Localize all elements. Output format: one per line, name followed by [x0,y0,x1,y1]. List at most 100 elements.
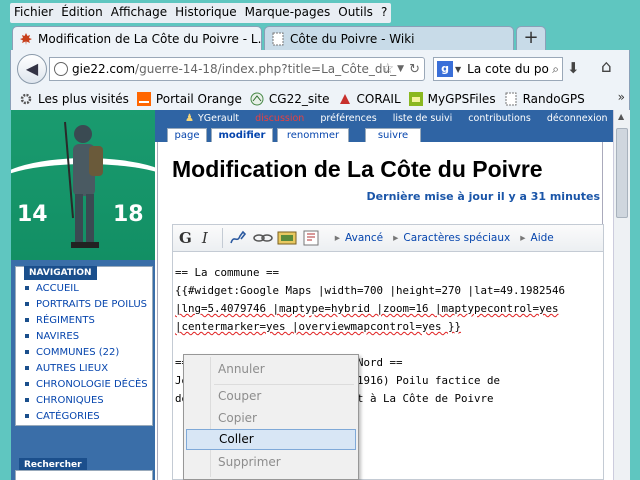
scroll-up-icon[interactable]: ▲ [618,112,624,121]
editor-line: == La commune == [175,266,280,279]
more-bookmarks-button[interactable]: » [618,90,625,104]
user-link-watchlist[interactable]: liste de suivi [393,113,453,124]
menu-item-label: Copier [218,411,257,425]
url-dropdown-icon[interactable]: ▼ [397,64,404,74]
editor-line: {{#widget:Google Maps |width=700 |height… [175,284,566,297]
menu-fichier[interactable]: Fichier [10,3,57,23]
reference-icon[interactable] [301,230,321,246]
tab-wiki[interactable]: Côte du Poivre - Wiki [264,26,514,50]
context-supprimer[interactable]: Supprimer [186,452,356,473]
link-icon[interactable] [253,230,273,246]
bookmark-label: CG22_site [268,92,330,106]
page-scrollbar[interactable]: ▲ [613,110,630,480]
reload-icon[interactable]: ↻ [409,62,420,77]
nav-portraits[interactable]: PORTRAITS DE POILUS [22,297,150,313]
context-couper[interactable]: Couper [186,386,356,407]
menu-item-label: Annuler [218,362,265,376]
bookmark-cg22[interactable]: CG22_site [250,92,330,106]
menu-bar: Fichier Édition Affichage Historique Mar… [10,3,392,23]
context-annuler[interactable]: Annuler [186,359,356,380]
tab-bar: Modification de La Côte du Poivre - L...… [10,24,630,50]
bookmark-star-icon[interactable]: ☆ [381,61,394,77]
menu-item-label: Supprimer [218,455,281,469]
scrollbar-thumb[interactable] [616,128,628,218]
menu-edition[interactable]: Édition [57,3,107,23]
url-path: /guerre-14-18/index.php?title=La_Côte_du… [135,62,397,76]
tab-page[interactable]: page [167,128,207,142]
google-icon[interactable]: g [437,61,453,77]
orange-logo-icon [136,92,151,106]
context-copier[interactable]: Copier [186,408,356,429]
context-coller[interactable]: Coller [186,429,356,450]
menu-marque-pages[interactable]: Marque-pages [241,3,335,23]
user-link-logout[interactable]: déconnexion [547,113,608,124]
search-input[interactable]: La cote du po [467,62,549,76]
nav-regiments[interactable]: RÉGIMENTS [22,313,150,329]
globe-icon [54,62,68,76]
tab-renommer[interactable]: renommer [277,128,349,142]
menu-historique[interactable]: Historique [171,3,241,23]
gear-icon [20,93,32,105]
nav-chronologie[interactable]: CHRONOLOGIE DÉCÈS [22,377,150,393]
nav-communes[interactable]: COMMUNES (22) [22,345,150,361]
soldier-illustration [64,121,103,248]
user-link-preferences[interactable]: préférences [320,113,376,124]
nav-toolbar: ◀ gie22.com/guerre-14-18/index.php?title… [10,50,630,88]
bookmark-mygpsfiles[interactable]: MyGPSFiles [408,92,496,106]
search-bar[interactable]: g ▼ La cote du po ⌕ [433,57,563,81]
special-chars-button[interactable]: Caractères spéciaux [393,232,510,244]
user-link-username[interactable]: YGerault [198,113,239,124]
navigation-box: NAVIGATION ACCUEIL PORTRAITS DE POILUS R… [15,266,153,426]
help-button[interactable]: Aide [520,232,554,244]
new-tab-button[interactable]: + [516,26,546,50]
italic-button[interactable]: I [202,229,208,247]
download-icon[interactable]: ⬇ [567,59,580,77]
wiki-sidebar: NAVIGATION ACCUEIL PORTRAITS DE POILUS R… [11,260,155,480]
bookmark-randogps[interactable]: RandoGPS [504,92,585,106]
bookmark-label: MyGPSFiles [427,92,496,106]
context-separator [214,384,354,385]
page-tabs-bar: page modifier renommer suivre [155,126,613,142]
navigation-heading: NAVIGATION [24,266,97,280]
back-button[interactable]: ◀ [17,54,47,84]
wiki-search-input[interactable] [15,470,153,480]
page-icon [272,32,284,45]
mygps-logo-icon [408,92,423,106]
menu-help[interactable]: ? [377,3,391,23]
nav-chroniques[interactable]: CHRONIQUES [22,393,150,409]
user-link-discussion[interactable]: discussion [255,113,304,124]
url-bar[interactable]: gie22.com/guerre-14-18/index.php?title=L… [49,57,425,81]
site-banner: 14 18 [11,110,181,260]
bookmark-corail[interactable]: CORAIL [338,92,401,106]
home-icon[interactable]: ⌂ [601,57,612,77]
tab-modifier[interactable]: modifier [211,128,273,142]
advanced-button[interactable]: Avancé [335,232,383,244]
tab-suivre[interactable]: suivre [365,128,421,142]
search-icon[interactable]: ⌕ [552,62,559,77]
bookmark-most-visited[interactable]: Les plus visités [19,92,129,106]
tab-title: Côte du Poivre - Wiki [290,31,415,46]
menu-item-label: Coller [219,432,254,446]
signature-icon[interactable] [229,230,249,246]
nav-accueil[interactable]: ACCUEIL [22,281,150,297]
navigation-list: ACCUEIL PORTRAITS DE POILUS RÉGIMENTS NA… [22,281,150,425]
page-title: Modification de La Côte du Poivre [172,156,543,182]
nav-categories[interactable]: CATÉGORIES [22,409,150,425]
nav-autres-lieux[interactable]: AUTRES LIEUX [22,361,150,377]
toolbar-separator [221,228,223,248]
user-link-contributions[interactable]: contributions [468,113,531,124]
menu-affichage[interactable]: Affichage [107,3,171,23]
context-menu: Annuler Couper Copier Coller Supprimer [183,354,359,480]
nav-navires[interactable]: NAVIRES [22,329,150,345]
image-icon[interactable] [277,230,297,246]
bold-button[interactable]: G [179,229,192,247]
bookmark-portail-orange[interactable]: Portail Orange [136,92,242,106]
menu-outils[interactable]: Outils [334,3,377,23]
bookmark-label: Portail Orange [155,92,242,106]
bookmark-label: Les plus visités [38,92,129,106]
page-icon [505,92,517,106]
editor-line: |centermarker=yes |overviewmapcontrol=ye… [175,320,462,333]
user-icon: ♟ [185,112,194,124]
tab-modification[interactable]: Modification de La Côte du Poivre - L...… [12,26,262,50]
search-engine-dropdown-icon[interactable]: ▼ [455,65,461,74]
